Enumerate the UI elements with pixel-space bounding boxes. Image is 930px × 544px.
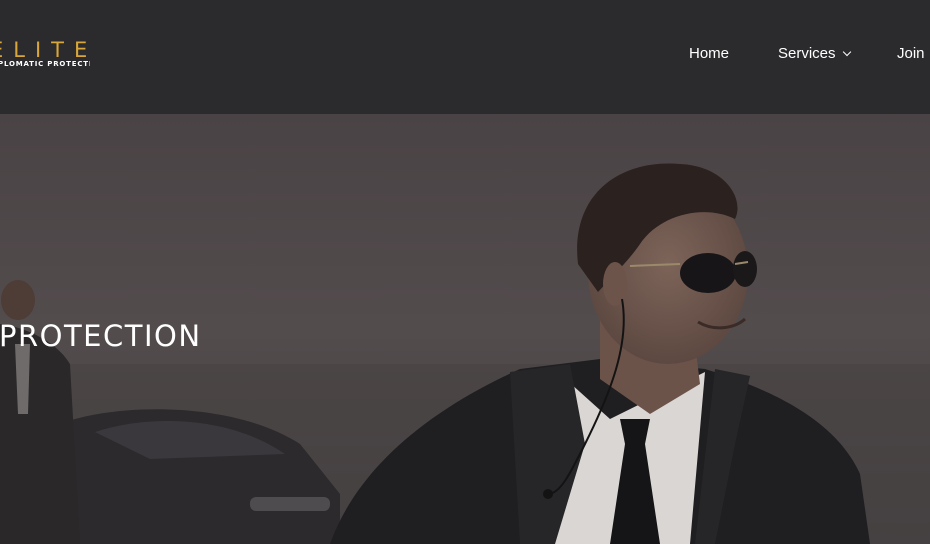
site-header: ELITE DIPLOMATIC PROTECTION Home Service… [0, 0, 930, 114]
main-nav: Home Services Join [0, 44, 930, 66]
chevron-down-icon [842, 47, 851, 57]
nav-home[interactable]: Home [689, 44, 729, 64]
hero-banner: PROTECTION [0, 114, 930, 544]
nav-join[interactable]: Join [897, 44, 925, 64]
nav-services[interactable]: Services [778, 44, 851, 64]
hero-title: PROTECTION [0, 319, 202, 353]
nav-services-label: Services [778, 45, 836, 62]
